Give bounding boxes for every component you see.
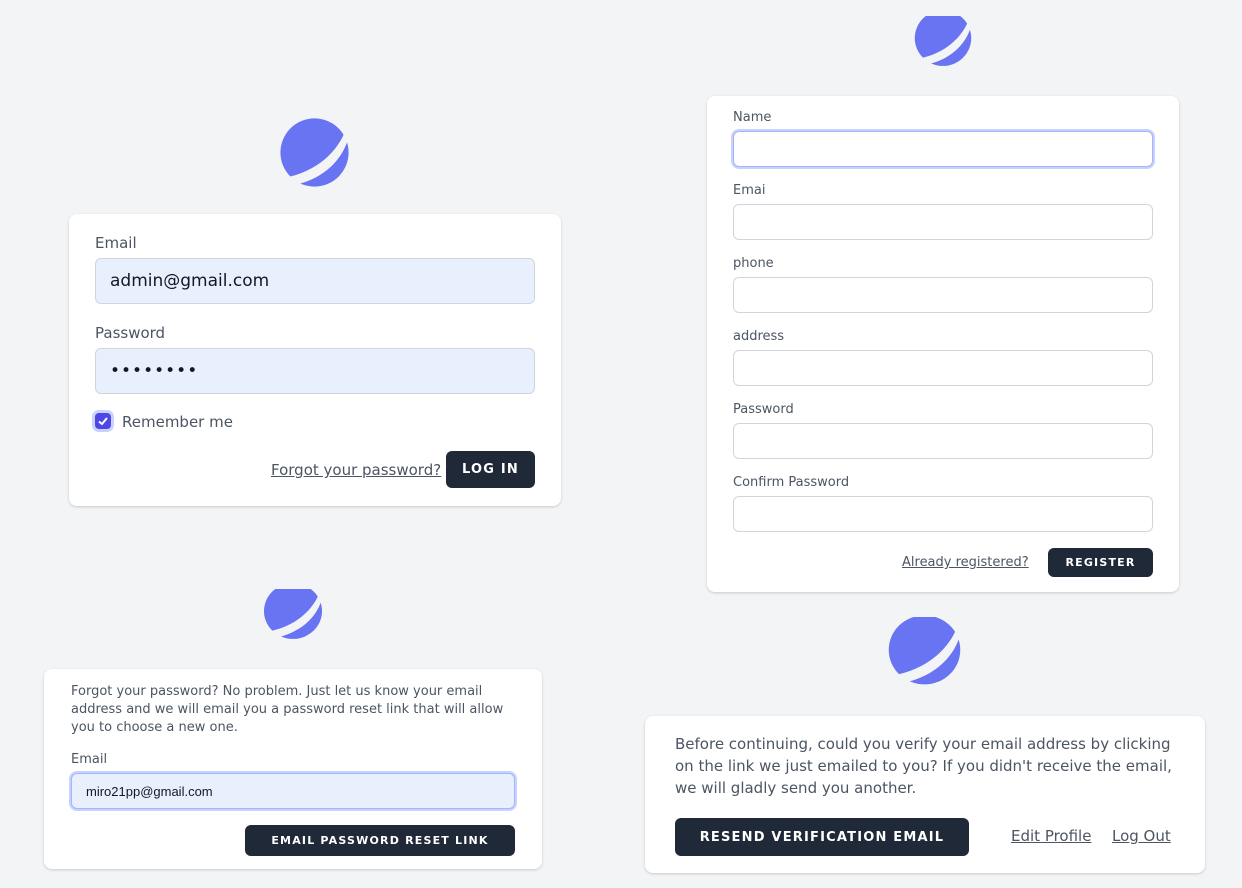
address-label: address	[733, 329, 785, 344]
register-card: Name Emai phone address Password Confirm…	[707, 96, 1179, 592]
email-field[interactable]: miro21pp@gmail.com	[71, 773, 515, 809]
password-label: Password	[733, 402, 794, 417]
address-field[interactable]	[733, 350, 1153, 386]
password-label: Password	[95, 324, 166, 342]
name-label: Name	[733, 110, 772, 125]
forgot-password-card: Forgot your password? No problem. Just l…	[44, 669, 542, 869]
app-logo-icon	[884, 617, 965, 689]
login-card: Email admin@gmail.com Password •••••••• …	[69, 214, 561, 506]
password-field[interactable]: ••••••••	[95, 348, 535, 394]
password-field[interactable]	[733, 423, 1153, 459]
email-field-value: miro21pp@gmail.com	[86, 783, 213, 799]
email-reset-link-button[interactable]: Email Password Reset Link	[245, 825, 515, 856]
password-field-value: ••••••••	[110, 361, 199, 381]
already-registered-link[interactable]: Already registered?	[902, 555, 1029, 570]
remember-label: Remember me	[122, 413, 233, 431]
email-field[interactable]: admin@gmail.com	[95, 258, 535, 304]
forgot-description: Forgot your password? No problem. Just l…	[71, 684, 504, 735]
resend-verification-button[interactable]: Resend Verification Email	[675, 818, 969, 856]
register-button[interactable]: Register	[1048, 548, 1153, 577]
app-logo-icon	[908, 16, 978, 74]
confirm-password-field[interactable]	[733, 496, 1153, 532]
email-label: Emai	[733, 183, 766, 198]
app-logo-icon	[257, 589, 329, 647]
phone-label: phone	[733, 256, 774, 271]
logout-link[interactable]: Log Out	[1112, 827, 1171, 845]
email-label: Email	[71, 752, 108, 767]
app-logo-icon	[279, 117, 350, 188]
forgot-password-link[interactable]: Forgot your password?	[271, 461, 441, 479]
remember-checkbox[interactable]	[95, 413, 111, 429]
verify-email-card: Before continuing, could you verify your…	[645, 716, 1205, 873]
login-button[interactable]: Log in	[446, 451, 535, 488]
verify-description: Before continuing, could you verify your…	[675, 735, 1172, 797]
checkmark-icon	[98, 417, 108, 426]
email-field[interactable]	[733, 204, 1153, 240]
phone-field[interactable]	[733, 277, 1153, 313]
email-field-value: admin@gmail.com	[110, 271, 270, 291]
name-field[interactable]	[733, 131, 1153, 167]
edit-profile-link[interactable]: Edit Profile	[1011, 827, 1091, 845]
confirm-password-label: Confirm Password	[733, 475, 850, 490]
email-label: Email	[95, 234, 137, 252]
